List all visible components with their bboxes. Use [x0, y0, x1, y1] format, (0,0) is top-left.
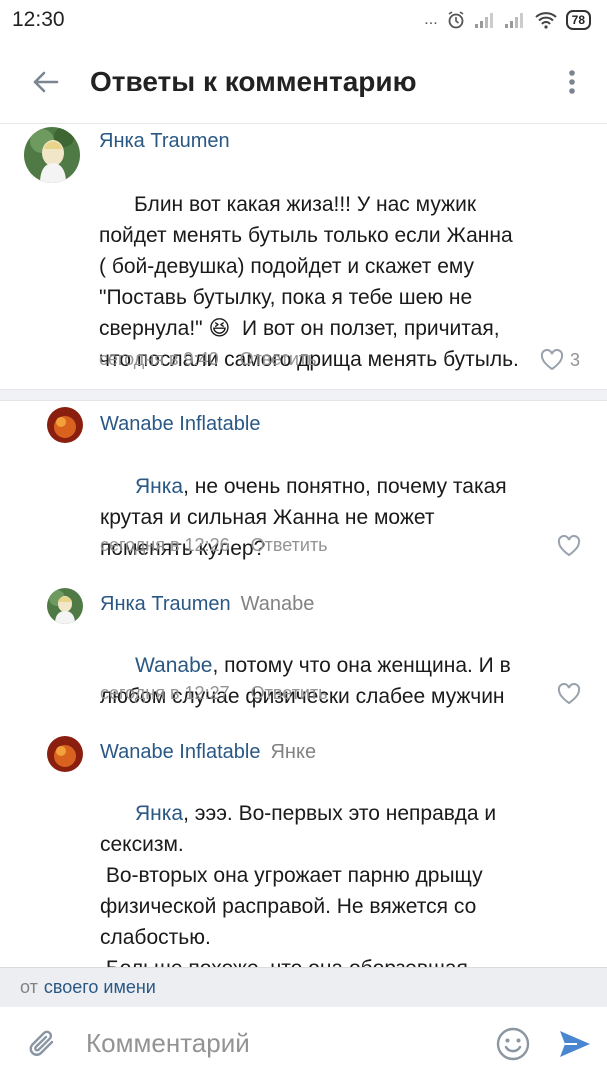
avatar[interactable] — [47, 407, 83, 443]
avatar[interactable] — [47, 588, 83, 624]
heart-icon — [540, 349, 564, 371]
reply-button[interactable]: Ответить — [251, 535, 328, 555]
comment-meta: сегодня в 12:26 Ответить — [100, 535, 328, 556]
smile-icon — [496, 1027, 530, 1060]
like-button[interactable]: 3 — [540, 349, 580, 371]
page-title: Ответы к комментарию — [90, 65, 417, 97]
divider — [0, 389, 607, 401]
author-name[interactable]: Wanabe Inflatable — [100, 741, 260, 763]
mention-link[interactable]: Янка — [135, 802, 183, 825]
mention-link[interactable]: Янка — [135, 475, 183, 498]
emoji-button[interactable] — [483, 1026, 543, 1062]
more-button[interactable] — [537, 40, 607, 124]
reply-button[interactable]: Ответить — [251, 683, 328, 703]
paperclip-icon — [29, 1030, 54, 1056]
attach-button[interactable] — [0, 1028, 86, 1060]
battery-icon: 78 — [565, 10, 591, 30]
comments-feed[interactable]: Янка Traumen Блин вот какая жиза!!! У на… — [0, 124, 607, 967]
mention-link[interactable]: Wanabe — [135, 654, 212, 677]
wifi-icon — [534, 12, 557, 29]
signal-icon — [474, 13, 493, 28]
avatar[interactable] — [24, 127, 80, 183]
reply-to-name[interactable]: Янке — [270, 741, 316, 763]
more-vertical-icon — [569, 69, 575, 94]
back-button[interactable] — [0, 40, 90, 124]
like-count: 3 — [570, 349, 581, 370]
comment-composer: Комментарий — [0, 1007, 607, 1080]
author-name[interactable]: Янка Traumen — [100, 593, 231, 615]
comment-input[interactable]: Комментарий — [86, 1028, 483, 1059]
heart-icon — [557, 535, 581, 557]
app-bar: Ответы к комментарию — [0, 40, 607, 124]
post-as-selector[interactable]: своего имени — [44, 977, 156, 998]
send-button[interactable] — [543, 1029, 607, 1059]
status-bar: 12:30 ... 78 — [0, 0, 607, 40]
like-button[interactable] — [557, 535, 581, 557]
alarm-icon — [448, 11, 464, 29]
reply-to-name[interactable]: Wanabe — [241, 593, 315, 615]
like-button[interactable] — [557, 683, 581, 705]
post-as-bar: от своего имени — [0, 967, 607, 1007]
comment-time: сегодня в 9:40 — [99, 349, 219, 369]
back-arrow-icon — [33, 71, 59, 92]
send-icon — [560, 1030, 590, 1057]
post-as-prefix: от — [20, 977, 38, 997]
notification-dots-icon: ... — [424, 11, 438, 28]
author-name[interactable]: Янка Traumen — [99, 130, 230, 152]
comment-meta: сегодня в 9:40 Ответить — [99, 349, 317, 370]
comment-time: сегодня в 12:27 — [100, 683, 230, 703]
author-name[interactable]: Wanabe Inflatable — [100, 413, 260, 435]
heart-icon — [557, 683, 581, 705]
comment-meta: сегодня в 12:27 Ответить — [100, 683, 328, 704]
status-time: 12:30 — [12, 8, 65, 31]
comment-time: сегодня в 12:26 — [100, 535, 230, 555]
reply-button[interactable]: Ответить — [240, 349, 317, 369]
avatar[interactable] — [47, 736, 83, 772]
comment-text: Янка, эээ. Во-первых это неправда и секс… — [100, 802, 497, 967]
comment-text: Янка, не очень понятно, почему такая кру… — [100, 475, 507, 560]
comment-text: Wanabe, потому что она женщина. И в любо… — [100, 654, 511, 708]
status-icons: ... 78 — [424, 10, 591, 30]
signal-icon-2 — [504, 13, 523, 28]
